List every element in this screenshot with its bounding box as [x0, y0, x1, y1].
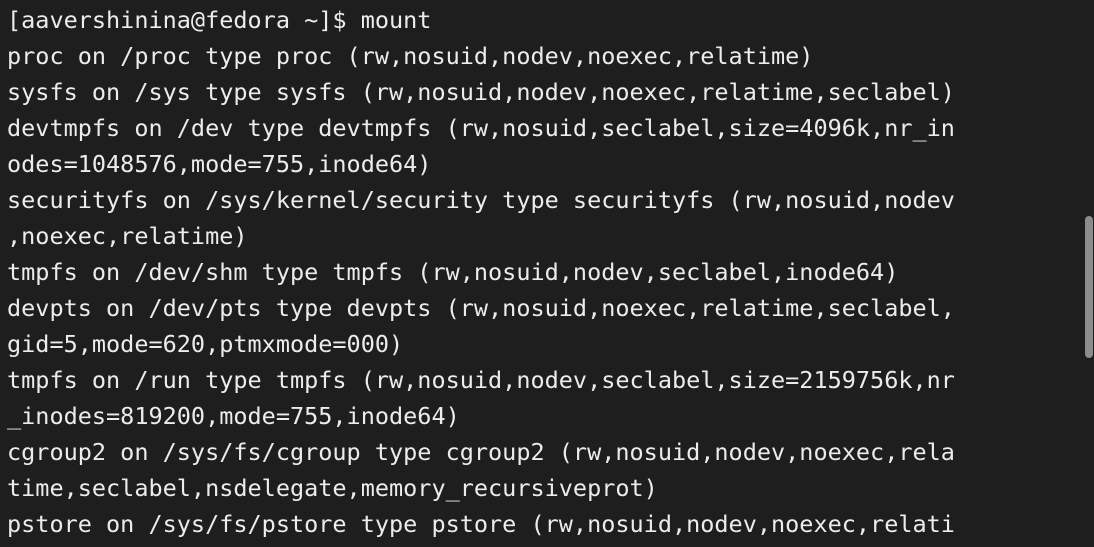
- terminal-output-line: time,seclabel,nsdelegate,memory_recursiv…: [7, 474, 658, 502]
- terminal-window[interactable]: [aavershinina@fedora ~]$ mount proc on /…: [0, 0, 1094, 547]
- terminal-output-line: sysfs on /sys type sysfs (rw,nosuid,node…: [7, 78, 955, 106]
- terminal-output-line: ,noexec,relatime): [7, 222, 248, 250]
- terminal-output[interactable]: [aavershinina@fedora ~]$ mount proc on /…: [7, 2, 1082, 542]
- terminal-output-line: devtmpfs on /dev type devtmpfs (rw,nosui…: [7, 114, 955, 142]
- terminal-output-line: pstore on /sys/fs/pstore type pstore (rw…: [7, 510, 955, 538]
- terminal-output-line: tmpfs on /run type tmpfs (rw,nosuid,node…: [7, 366, 955, 394]
- terminal-output-line: odes=1048576,mode=755,inode64): [7, 150, 432, 178]
- vertical-scrollbar[interactable]: [1082, 0, 1094, 547]
- terminal-prompt-line: [aavershinina@fedora ~]$ mount: [7, 6, 432, 34]
- terminal-output-line: _inodes=819200,mode=755,inode64): [7, 402, 460, 430]
- terminal-output-line: tmpfs on /dev/shm type tmpfs (rw,nosuid,…: [7, 258, 899, 286]
- terminal-output-line: proc on /proc type proc (rw,nosuid,nodev…: [7, 42, 814, 70]
- terminal-output-line: devpts on /dev/pts type devpts (rw,nosui…: [7, 294, 955, 322]
- terminal-output-line: securityfs on /sys/kernel/security type …: [7, 186, 955, 214]
- terminal-output-line: cgroup2 on /sys/fs/cgroup type cgroup2 (…: [7, 438, 955, 466]
- terminal-output-line: gid=5,mode=620,ptmxmode=000): [7, 330, 404, 358]
- scrollbar-thumb[interactable]: [1085, 216, 1093, 358]
